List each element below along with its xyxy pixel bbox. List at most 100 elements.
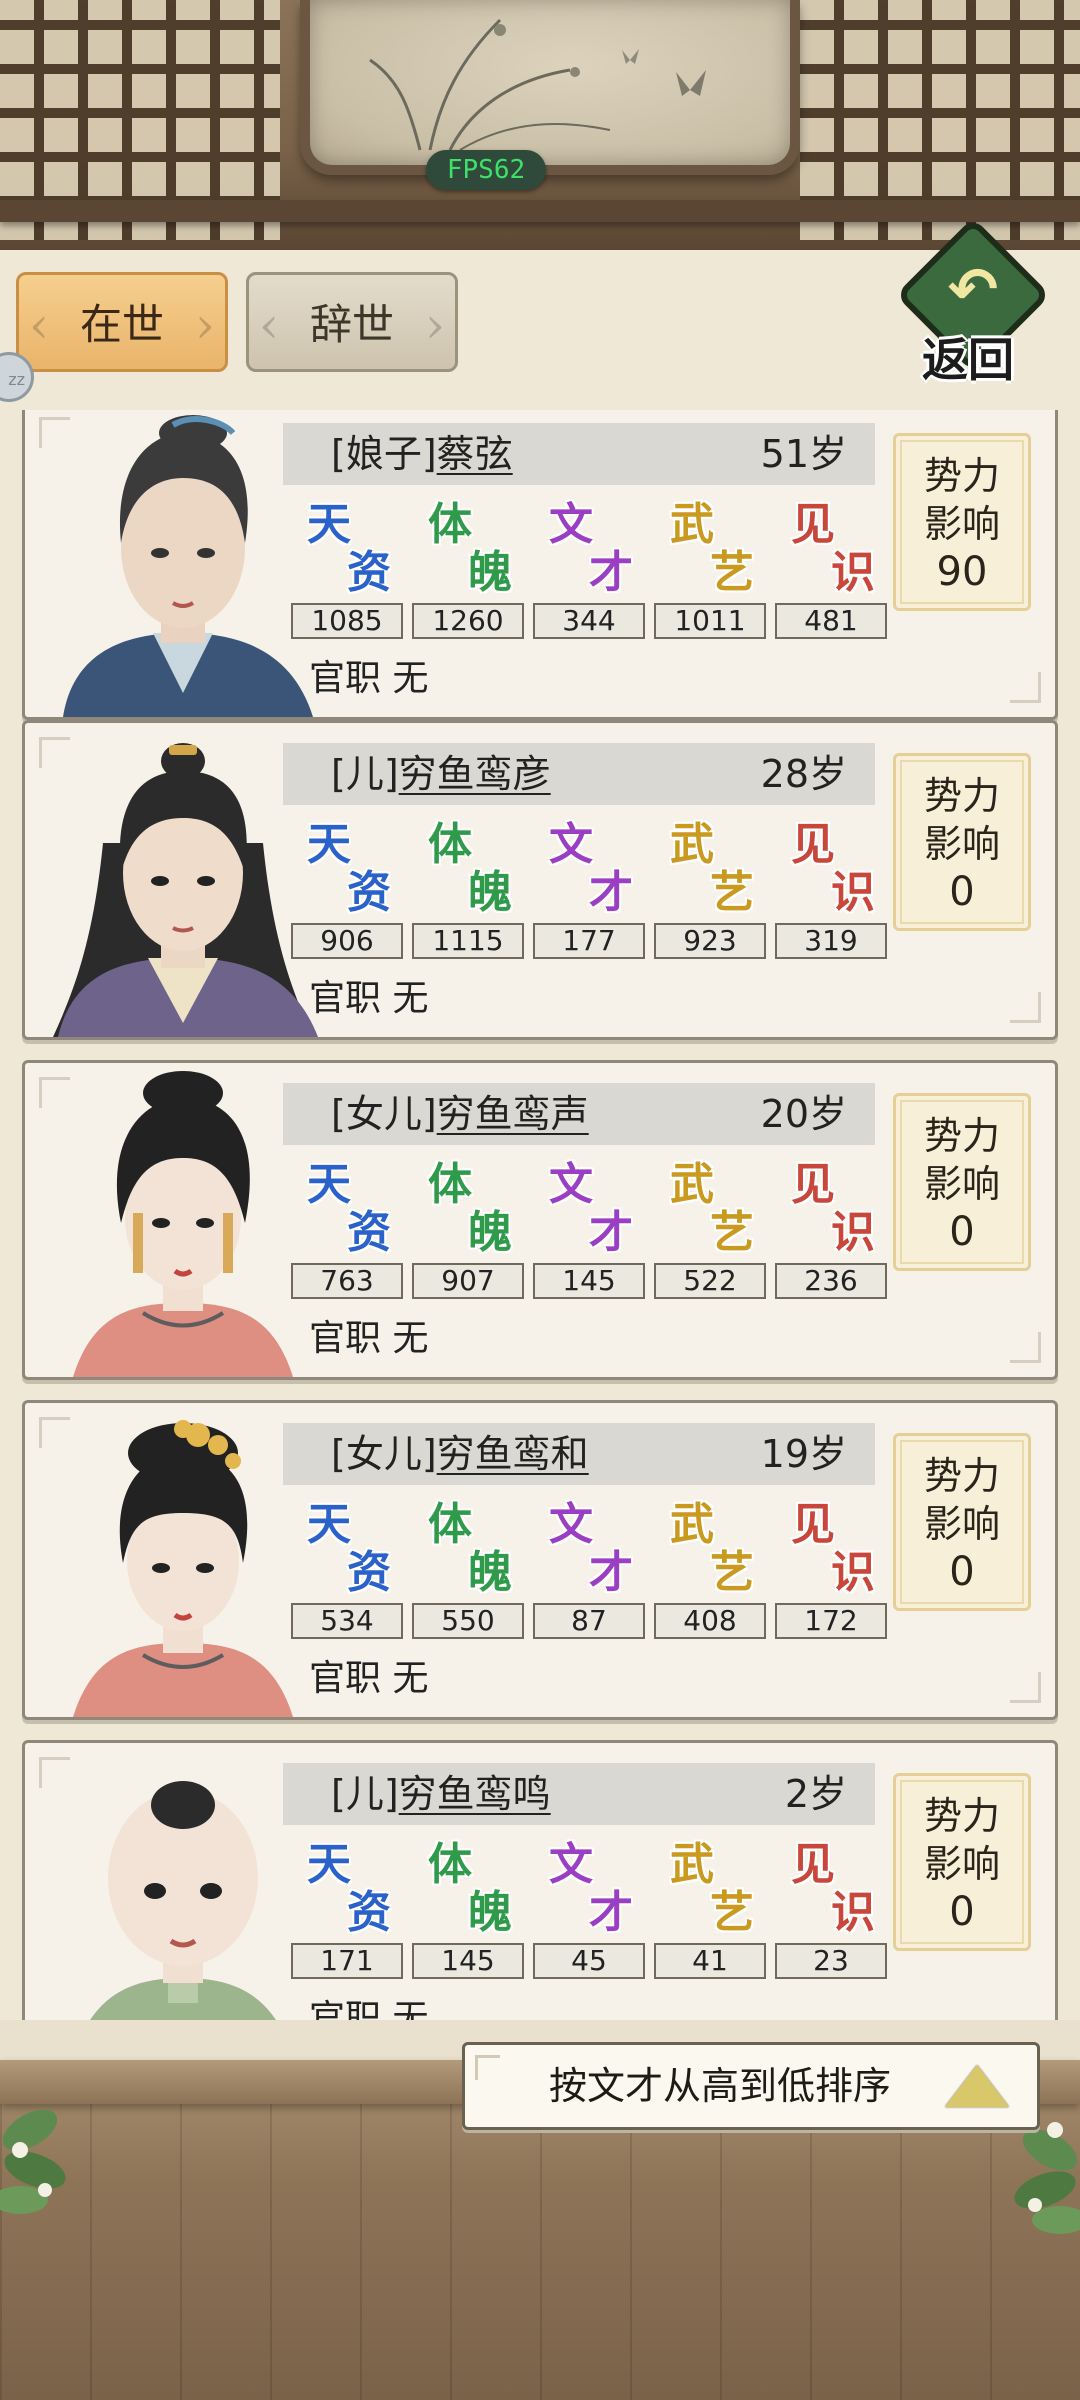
member-name[interactable]: [儿]穷鱼鸾彦 <box>331 749 551 799</box>
sort-button[interactable]: 按文才从高到低排序 <box>462 2042 1040 2130</box>
influence-value: 90 <box>936 549 988 595</box>
tab-alive[interactable]: ‹ 在世 › <box>16 272 228 372</box>
tab-deceased[interactable]: ‹ 辞世 › <box>246 272 458 372</box>
member-card[interactable]: [女儿]穷鱼鸾声 20岁 天资 763 体魄 907 文才 145 武艺 522… <box>22 1060 1058 1380</box>
stat-label: 文才 <box>549 1839 633 1938</box>
member-card[interactable]: [娘子]蔡弦 51岁 天资 1085 体魄 1260 文才 344 武艺 101… <box>22 410 1058 720</box>
ink-painting <box>300 0 800 175</box>
influence-label: 势力影响 <box>923 1794 1000 1886</box>
orchid-butterfly-painting <box>369 18 706 151</box>
age: 51岁 <box>760 432 847 476</box>
office-row: 官职 无 <box>309 655 428 703</box>
card-corner <box>1010 1672 1041 1703</box>
stat-label: 武艺 <box>670 1839 754 1938</box>
stat-label: 文才 <box>549 1159 633 1258</box>
influence-box: 势力影响 90 <box>893 433 1031 611</box>
stat-label: 天资 <box>307 819 391 918</box>
stat-value: 1115 <box>412 923 524 959</box>
return-arrow-icon: ↶ <box>947 255 999 325</box>
office-label: 官职 <box>309 1998 382 2022</box>
stat-physique: 体魄 550 <box>412 1503 524 1653</box>
name-text: 蔡弦 <box>436 432 513 476</box>
stat-martial: 武艺 923 <box>654 823 766 973</box>
stat-value: 1011 <box>654 603 766 639</box>
stat-martial: 武艺 408 <box>654 1503 766 1653</box>
stat-label: 见识 <box>791 1159 875 1258</box>
member-name[interactable]: [娘子]蔡弦 <box>331 429 513 479</box>
triangle-up-icon <box>945 2065 1009 2107</box>
influence-box: 势力影响 0 <box>893 1773 1031 1951</box>
stat-talent: 天资 171 <box>291 1843 403 1993</box>
stat-value: 41 <box>654 1943 766 1979</box>
age: 2岁 <box>784 1772 847 1816</box>
stat-label: 武艺 <box>670 1499 754 1598</box>
name-text: 穷鱼鸾鸣 <box>398 1772 551 1816</box>
stat-value: 45 <box>533 1943 645 1979</box>
member-name[interactable]: [女儿]穷鱼鸾声 <box>331 1089 589 1139</box>
stat-value: 534 <box>291 1603 403 1639</box>
member-card[interactable]: [儿]穷鱼鸾鸣 2岁 天资 171 体魄 145 文才 45 武艺 41 见识 … <box>22 1740 1058 2022</box>
chevron-right-icon: › <box>425 296 445 354</box>
chevron-left-icon: ‹ <box>29 296 49 354</box>
wood-beam <box>0 200 1080 222</box>
stat-insight: 见识 172 <box>775 1503 887 1653</box>
influence-value: 0 <box>949 1209 975 1255</box>
age: 19岁 <box>760 1432 847 1476</box>
stat-label: 见识 <box>791 1499 875 1598</box>
fps-counter: FPS62 <box>426 150 546 190</box>
member-card[interactable]: [儿]穷鱼鸾彦 28岁 天资 906 体魄 1115 文才 177 武艺 923… <box>22 720 1058 1040</box>
card-corner <box>1010 992 1041 1023</box>
age: 28岁 <box>760 752 847 796</box>
member-name[interactable]: [儿]穷鱼鸾鸣 <box>331 1769 551 1819</box>
stat-talent: 天资 763 <box>291 1163 403 1313</box>
influence-value: 0 <box>949 1889 975 1935</box>
top-decor-frame: FPS62 <box>0 0 1080 250</box>
stat-label: 文才 <box>549 1499 633 1598</box>
name-bar: [娘子]蔡弦 51岁 <box>283 423 875 485</box>
stat-label: 见识 <box>791 499 875 598</box>
influence-box: 势力影响 0 <box>893 1093 1031 1271</box>
stat-value: 171 <box>291 1943 403 1979</box>
back-button[interactable]: ↶ 返回 <box>895 217 1058 390</box>
stat-physique: 体魄 907 <box>412 1163 524 1313</box>
age: 20岁 <box>760 1092 847 1136</box>
stat-value: 344 <box>533 603 645 639</box>
influence-value: 0 <box>949 1549 975 1595</box>
stat-label: 体魄 <box>428 1159 512 1258</box>
office-label: 官职 <box>309 978 382 1019</box>
office-value: 无 <box>392 978 429 1019</box>
office-row: 官职 无 <box>309 975 428 1023</box>
relation-label: [儿] <box>331 1772 399 1816</box>
influence-label: 势力影响 <box>923 1114 1000 1206</box>
member-name[interactable]: [女儿]穷鱼鸾和 <box>331 1429 589 1479</box>
stat-insight: 见识 319 <box>775 823 887 973</box>
stat-label: 体魄 <box>428 1839 512 1938</box>
relation-label: [女儿] <box>331 1092 437 1136</box>
member-card[interactable]: [女儿]穷鱼鸾和 19岁 天资 534 体魄 550 文才 87 武艺 408 … <box>22 1400 1058 1720</box>
bottom-wood-panel <box>0 2090 1080 2400</box>
stat-label: 文才 <box>549 499 633 598</box>
card-corner <box>1010 1332 1041 1363</box>
office-label: 官职 <box>309 658 382 699</box>
stat-label: 体魄 <box>428 499 512 598</box>
name-bar: [女儿]穷鱼鸾和 19岁 <box>283 1423 875 1485</box>
stat-value: 923 <box>654 923 766 959</box>
sort-button-corner <box>475 2055 500 2080</box>
stat-martial: 武艺 1011 <box>654 503 766 653</box>
stat-literary: 文才 177 <box>533 823 645 973</box>
stat-value: 177 <box>533 923 645 959</box>
stat-talent: 天资 1085 <box>291 503 403 653</box>
stat-label: 体魄 <box>428 819 512 918</box>
name-bar: [女儿]穷鱼鸾声 20岁 <box>283 1083 875 1145</box>
office-label: 官职 <box>309 1658 382 1699</box>
influence-label: 势力影响 <box>923 1454 1000 1546</box>
stat-label: 武艺 <box>670 1159 754 1258</box>
stat-talent: 天资 906 <box>291 823 403 973</box>
stat-label: 见识 <box>791 1839 875 1938</box>
office-row: 官职 无 <box>309 1995 428 2022</box>
family-member-list[interactable]: [娘子]蔡弦 51岁 天资 1085 体魄 1260 文才 344 武艺 101… <box>0 410 1080 2022</box>
stat-literary: 文才 344 <box>533 503 645 653</box>
name-text: 穷鱼鸾声 <box>436 1092 589 1136</box>
influence-label: 势力影响 <box>923 774 1000 866</box>
stat-physique: 体魄 1260 <box>412 503 524 653</box>
